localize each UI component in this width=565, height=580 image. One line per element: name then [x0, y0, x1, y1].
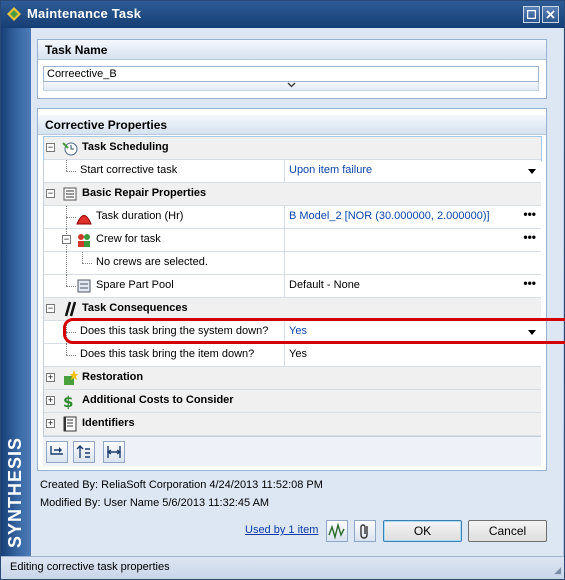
property-crew-for-task[interactable]: − Crew for task ••• — [44, 229, 541, 252]
expand-toggle[interactable]: + — [46, 419, 55, 428]
ellipsis-button[interactable]: ••• — [523, 276, 536, 290]
ok-button[interactable]: OK — [383, 520, 462, 542]
expand-all-button[interactable] — [46, 441, 68, 463]
task-name-expander[interactable] — [43, 82, 539, 91]
crew-icon — [78, 234, 90, 247]
dialog-content: Task Name Correective_B Corrective Prope… — [31, 28, 565, 556]
repair-list-icon — [63, 187, 77, 201]
property-label: No crews are selected. — [96, 256, 208, 268]
property-system-down[interactable]: Does this task bring the system down? Ye… — [44, 321, 541, 344]
expand-all-icon — [50, 446, 63, 455]
category-label: Additional Costs to Consider — [82, 394, 234, 406]
task-name-field[interactable]: Correective_B — [43, 66, 539, 82]
property-start-corrective-task[interactable]: Start corrective task Upon item failure — [44, 160, 541, 183]
property-no-crews: No crews are selected. — [44, 252, 541, 275]
title-bar[interactable]: Maintenance Task — [1, 1, 564, 28]
app-icon — [7, 7, 21, 21]
identifier-icon — [63, 416, 77, 432]
category-identifiers[interactable]: + Identifiers — [44, 413, 541, 436]
spare-part-icon — [77, 279, 91, 293]
ellipsis-button[interactable]: ••• — [523, 230, 536, 244]
expand-toggle[interactable]: + — [46, 396, 55, 405]
corrective-properties-group: Corrective Properties − Task Scheduling … — [37, 108, 547, 471]
status-bar: Editing corrective task properties ◢ — [1, 556, 564, 579]
property-task-duration[interactable]: Task duration (Hr) B Model_2 [NOR (30.00… — [44, 206, 541, 229]
resize-grip-icon[interactable]: ◢ — [554, 565, 561, 576]
restoration-icon — [64, 370, 78, 385]
columns-icon — [106, 446, 122, 458]
category-additional-costs[interactable]: + $ Additional Costs to Consider — [44, 390, 541, 413]
property-label: Does this task bring the item down? — [80, 348, 255, 360]
category-label: Restoration — [82, 371, 144, 383]
start-task-value[interactable]: Upon item failure — [289, 164, 372, 176]
dollar-icon: $ — [63, 393, 73, 409]
waveform-icon — [328, 522, 345, 540]
item-down-value[interactable]: Yes — [289, 348, 307, 360]
distribution-icon — [76, 215, 92, 225]
brand-text: SYNTHESIS — [5, 436, 25, 548]
collapse-toggle[interactable]: − — [46, 143, 55, 152]
dropdown-arrow-icon[interactable] — [528, 330, 536, 335]
collapse-toggle[interactable]: − — [46, 189, 55, 198]
attachment-button[interactable] — [354, 520, 376, 542]
task-duration-value[interactable]: B Model_2 [NOR (30.000000, 2.000000)] — [289, 210, 490, 222]
category-task-scheduling[interactable]: − Task Scheduling — [43, 136, 542, 161]
ellipsis-button[interactable]: ••• — [523, 207, 536, 221]
expand-toggle[interactable]: + — [46, 373, 55, 382]
svg-text:$: $ — [63, 393, 73, 409]
consequence-icon — [64, 301, 77, 317]
category-label: Identifiers — [82, 417, 135, 429]
window-title: Maintenance Task — [27, 6, 142, 21]
maximize-icon — [526, 9, 537, 20]
property-label: Crew for task — [96, 233, 161, 245]
corrective-properties-header: Corrective Properties — [38, 115, 546, 135]
grid-toolbar — [43, 436, 541, 466]
collapse-toggle[interactable]: − — [46, 304, 55, 313]
category-task-consequences[interactable]: − Task Consequences — [44, 298, 541, 321]
close-icon — [546, 10, 555, 19]
property-spare-part-pool[interactable]: Spare Part Pool Default - None ••• — [44, 275, 541, 298]
category-label: Basic Repair Properties — [82, 187, 207, 199]
close-button[interactable] — [542, 6, 559, 23]
category-basic-repair-properties[interactable]: − Basic Repair Properties — [44, 183, 541, 206]
modified-by-text: Modified By: User Name 5/6/2013 11:32:45… — [40, 497, 270, 509]
chart-button[interactable] — [326, 520, 348, 542]
task-name-header: Task Name — [38, 40, 546, 60]
spare-part-value[interactable]: Default - None — [289, 279, 360, 291]
property-label: Start corrective task — [80, 164, 178, 176]
category-label: Task Consequences — [82, 302, 188, 314]
property-label: Does this task bring the system down? — [80, 325, 269, 337]
clock-wrench-icon — [62, 142, 78, 156]
property-label: Task duration (Hr) — [96, 210, 184, 222]
brand-sidebar: SYNTHESIS — [1, 28, 31, 556]
maximize-button[interactable] — [523, 6, 540, 23]
sort-icon — [76, 445, 90, 458]
property-grid: − Task Scheduling Start corrective task … — [43, 136, 542, 436]
property-label: Spare Part Pool — [96, 279, 174, 291]
task-name-group: Task Name Correective_B — [37, 39, 547, 99]
sort-button[interactable] — [73, 441, 95, 463]
maintenance-task-window: Maintenance Task SYNTHESIS Task Name Cor… — [0, 0, 565, 580]
columns-button[interactable] — [103, 441, 125, 463]
category-label: Task Scheduling — [82, 141, 169, 153]
chevron-down-icon — [287, 82, 295, 88]
cancel-button[interactable]: Cancel — [468, 520, 547, 542]
status-text: Editing corrective task properties — [10, 561, 170, 573]
dropdown-arrow-icon[interactable] — [528, 169, 536, 174]
category-restoration[interactable]: + Restoration — [44, 367, 541, 390]
used-by-link[interactable]: Used by 1 item — [245, 524, 318, 536]
property-item-down[interactable]: Does this task bring the item down? Yes — [44, 344, 541, 367]
created-by-text: Created By: ReliaSoft Corporation 4/24/2… — [40, 479, 323, 491]
paperclip-icon — [360, 524, 368, 539]
system-down-value[interactable]: Yes — [289, 325, 307, 337]
collapse-toggle[interactable]: − — [62, 235, 71, 244]
